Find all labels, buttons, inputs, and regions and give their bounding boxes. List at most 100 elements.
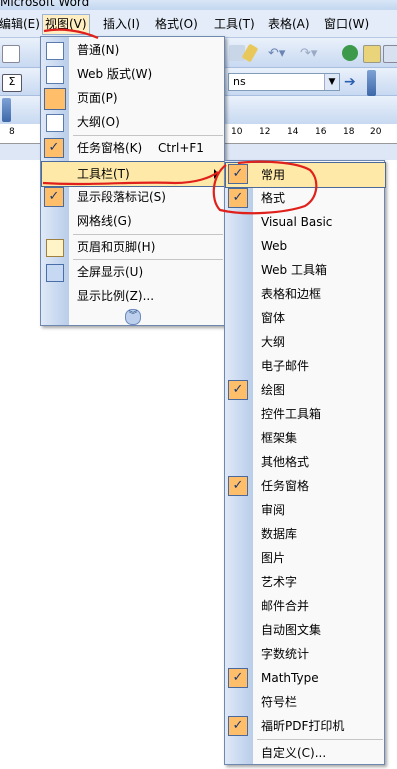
toolbar-menu-item[interactable]: 审阅 <box>225 498 384 522</box>
undo-icon[interactable]: ↶▾ <box>268 46 292 61</box>
font-name-combo[interactable]: ns ▼ <box>228 73 340 91</box>
autosum-icon[interactable]: Σ <box>2 74 22 92</box>
menu-item-label: 窗体 <box>261 311 286 325</box>
menu-item-label: 审阅 <box>261 503 286 517</box>
print-layout-icon <box>44 88 66 110</box>
menu-tools[interactable]: 工具(T) <box>212 15 257 34</box>
checkmark-icon: ✓ <box>44 138 64 158</box>
menu-item-normal[interactable]: 普通(N) <box>41 38 224 62</box>
checkmark-icon: ✓ <box>228 476 248 496</box>
toolbars-submenu: ✓ 常用 ✓ 格式 Visual Basic Web Web 工具箱表格和边框窗体大纲电子邮… <box>224 160 386 765</box>
menu-item-zoom[interactable]: 显示比例(Z)... <box>41 284 224 308</box>
toolbar-menu-item[interactable]: ✓ MathType <box>225 666 384 690</box>
menu-item-label: 格式 <box>261 191 286 205</box>
menu-item-label: 常用 <box>261 168 286 182</box>
checkmark-icon: ✓ <box>228 188 248 208</box>
menu-item-label: 自定义(C)... <box>261 746 327 760</box>
double-chevron-down-icon[interactable]: ︾ <box>125 309 141 325</box>
new-document-icon[interactable] <box>2 45 20 63</box>
menu-item-label: Web 版式(W) <box>77 67 153 81</box>
toolbar-menu-item[interactable]: 数据库 <box>225 522 384 546</box>
toolbar-menu-item[interactable]: 自动图文集 <box>225 618 384 642</box>
toolbar-menu-item[interactable]: Visual Basic <box>225 210 384 234</box>
menu-window[interactable]: 窗口(W) <box>322 15 371 34</box>
tables-borders-icon[interactable] <box>363 45 381 63</box>
toolbar-menu-item[interactable]: ✓ 任务窗格 <box>225 474 384 498</box>
ruler-tick-label: 16 <box>315 127 327 137</box>
checkmark-icon: ✓ <box>228 164 248 184</box>
full-screen-icon <box>46 264 64 282</box>
toolbar-grip[interactable] <box>2 98 11 122</box>
menu-item-toolbars[interactable]: 工具栏(T) <box>41 161 226 187</box>
menu-item-label: 显示比例(Z)... <box>77 289 155 303</box>
header-footer-icon <box>46 239 64 257</box>
toolbar-menu-item[interactable]: ✓ 常用 <box>225 162 386 188</box>
menu-item-label: 网格线(G) <box>77 214 132 228</box>
menu-item-web-layout[interactable]: Web 版式(W) <box>41 62 224 86</box>
toolbar-menu-item[interactable]: ✓ 绘图 <box>225 378 384 402</box>
toolbar-menu-item[interactable]: 大纲 <box>225 330 384 354</box>
menu-item-shortcut: Ctrl+F1 <box>158 141 204 155</box>
menu-item-label: 符号栏 <box>261 695 298 709</box>
menu-item-task-pane[interactable]: ✓ 任务窗格(K) Ctrl+F1 <box>41 136 224 160</box>
menu-format[interactable]: 格式(O) <box>153 15 200 34</box>
menu-item-label: 数据库 <box>261 527 298 541</box>
menu-bar: 编辑(E) 视图(V) 插入(I) 格式(O) 工具(T) 表格(A) 窗口(W… <box>0 10 397 38</box>
window-title: Microsoft Word <box>0 0 90 9</box>
toolbar-menu-item[interactable]: 符号栏 <box>225 690 384 714</box>
toolbar-options-handle[interactable] <box>367 70 376 96</box>
ruler-tick-label: 20 <box>370 127 382 137</box>
toolbar-menu-item[interactable]: 邮件合并 <box>225 594 384 618</box>
toolbar-menu-item[interactable]: 框架集 <box>225 426 384 450</box>
toolbar-menu-item[interactable]: 窗体 <box>225 306 384 330</box>
menu-item-label: 绘图 <box>261 383 286 397</box>
menu-item-label: 其他格式 <box>261 455 310 469</box>
menu-item-gridlines[interactable]: 网格线(G) <box>41 209 224 233</box>
toolbar-menu-item[interactable]: 图片 <box>225 546 384 570</box>
format-painter-icon[interactable] <box>229 45 245 61</box>
toolbar-menu-item[interactable]: 表格和边框 <box>225 282 384 306</box>
menu-view[interactable]: 视图(V) <box>42 14 90 35</box>
ruler-tick-label: 10 <box>231 127 243 137</box>
menu-item-label: Web <box>261 239 288 253</box>
title-bar: Microsoft Word <box>0 0 397 10</box>
toolbar-menu-item[interactable]: 电子邮件 <box>225 354 384 378</box>
toolbar-menu-item[interactable]: 控件工具箱 <box>225 402 384 426</box>
menu-item-header-footer[interactable]: 页眉和页脚(H) <box>41 235 224 259</box>
toolbar-menu-item[interactable]: Web 工具箱 <box>225 258 384 282</box>
menu-item-print-layout[interactable]: 页面(P) <box>41 86 224 110</box>
menu-table[interactable]: 表格(A) <box>266 15 312 34</box>
menu-item-label: 全屏显示(U) <box>77 265 144 279</box>
menu-item-label: 邮件合并 <box>261 599 310 613</box>
toolbar-menu-item[interactable]: ✓ 格式 <box>225 186 384 210</box>
toolbar-menu-item[interactable]: 自定义(C)... <box>225 741 384 765</box>
toolbar-menu-item[interactable]: 字数统计 <box>225 642 384 666</box>
menu-item-label: 字数统计 <box>261 647 310 661</box>
go-arrow-icon[interactable]: ➔ <box>344 73 360 91</box>
menu-item-label: Visual Basic <box>261 215 333 229</box>
ruler-tick-label: 12 <box>259 127 271 137</box>
menu-item-label: 福昕PDF打印机 <box>261 719 345 733</box>
insert-table-icon[interactable] <box>383 45 397 63</box>
menu-item-label: 表格和边框 <box>261 287 322 301</box>
menu-item-label: 电子邮件 <box>261 359 310 373</box>
menu-item-outline[interactable]: 大纲(O) <box>41 110 224 134</box>
ruler-tick-label: 18 <box>343 127 355 137</box>
menu-edit[interactable]: 编辑(E) <box>0 15 42 34</box>
toolbar-menu-item[interactable]: ✓ 福昕PDF打印机 <box>225 714 384 738</box>
menu-item-label: 自动图文集 <box>261 623 322 637</box>
toolbar-menu-item[interactable]: Web <box>225 234 384 258</box>
menu-insert[interactable]: 插入(I) <box>101 15 142 34</box>
toolbar-menu-item[interactable]: 其他格式 <box>225 450 384 474</box>
menu-item-label: 页面(P) <box>77 91 118 105</box>
checkmark-icon: ✓ <box>44 187 64 207</box>
redo-icon[interactable]: ↷▾ <box>300 46 324 61</box>
menu-item-show-paragraph-marks[interactable]: ✓ 显示段落标记(S) <box>41 185 224 209</box>
menu-item-full-screen[interactable]: 全屏显示(U) <box>41 260 224 284</box>
submenu-arrow-icon <box>214 169 219 179</box>
ruler-tick-label: 14 <box>287 127 299 137</box>
menu-separator <box>257 739 383 740</box>
hyperlink-icon[interactable] <box>342 45 358 61</box>
toolbar-menu-item[interactable]: 艺术字 <box>225 570 384 594</box>
chevron-down-icon[interactable]: ▼ <box>324 74 339 90</box>
